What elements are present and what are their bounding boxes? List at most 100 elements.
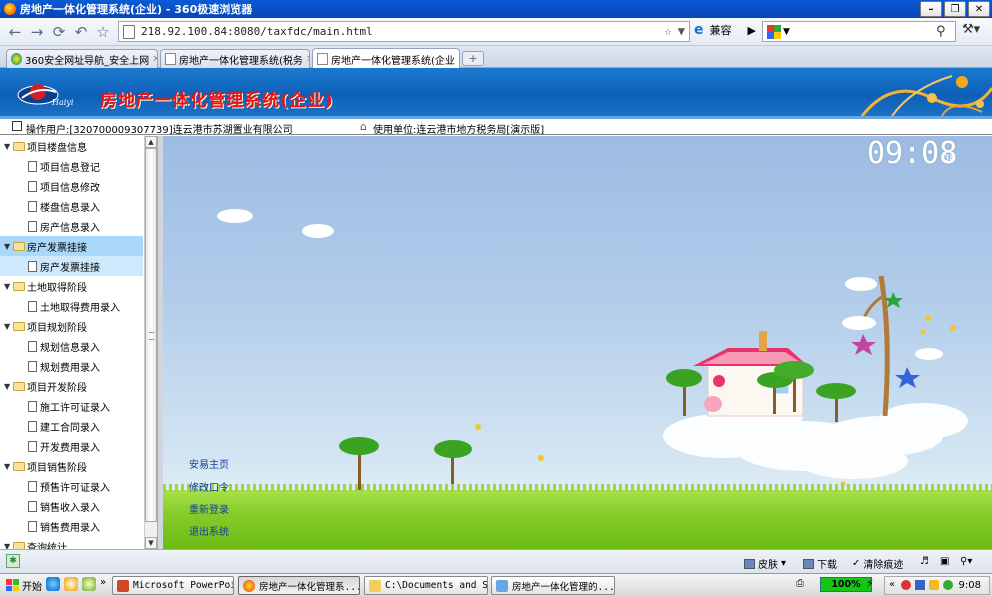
expand-arrow-icon[interactable]: ▼	[4, 282, 10, 291]
tree-item[interactable]: 房产信息录入	[0, 216, 143, 236]
tab-bar: 360安全网址导航_安全上网 ✕ 房地产一体化管理系统(税务 ✕ 房地产一体化管…	[0, 46, 992, 69]
tree-item[interactable]: 销售收入录入	[0, 496, 143, 516]
download-button[interactable]: 下载	[803, 556, 837, 571]
security-icon[interactable]	[929, 580, 939, 590]
use-unit: 使用单位:连云港市地方税务局[演示版]	[373, 125, 545, 136]
volume-icon[interactable]: ♬	[920, 556, 929, 567]
tree-item[interactable]: 销售费用录入	[0, 516, 143, 536]
tree-item-label: 楼盘信息录入	[40, 202, 100, 214]
zoom-icon[interactable]: ⚲▾	[960, 556, 972, 567]
navigation-bar: ← → ⟳ ↶ ☆ 218.92.100.84:8080/taxfdc/main…	[0, 18, 992, 46]
refresh-icon[interactable]: ⟳	[48, 21, 70, 43]
document-icon	[28, 220, 37, 232]
tree-group[interactable]: ▼ 项目开发阶段	[0, 376, 143, 396]
forward-icon[interactable]: →	[26, 21, 48, 43]
plug-icon: ⚡	[866, 577, 874, 590]
link-change-password[interactable]: 修改口令	[189, 479, 229, 494]
link-logout[interactable]: 退出系统	[189, 523, 229, 538]
new-tab-button[interactable]: +	[462, 51, 484, 66]
tree-group[interactable]: ▼ 土地取得阶段	[0, 276, 143, 296]
expand-arrow-icon[interactable]: ▼	[4, 542, 10, 550]
scroll-down-icon[interactable]: ▼	[145, 537, 157, 549]
task-powerpoint[interactable]: Microsoft PowerPoin...	[112, 576, 234, 595]
tree-item[interactable]: 预售许可证录入	[0, 476, 143, 496]
tree-item[interactable]: 规划费用录入	[0, 356, 143, 376]
restore-button[interactable]: ❐	[944, 1, 966, 17]
favorite-star-icon[interactable]: ☆	[92, 21, 114, 43]
tab-close-icon[interactable]: ✕	[149, 54, 157, 65]
tray-app-icon[interactable]	[901, 580, 911, 590]
clock-seconds: 38	[943, 153, 956, 164]
skin-button[interactable]: 皮肤 ▾	[744, 556, 786, 571]
sidebar-scrollbar[interactable]: ▲ ▼	[144, 136, 157, 549]
shield-icon[interactable]: ✱	[6, 554, 20, 568]
shield-tray-icon[interactable]	[943, 580, 953, 590]
task-browser[interactable]: 房地产一体化管理系...	[238, 576, 360, 595]
expand-arrow-icon[interactable]: ▼	[4, 142, 10, 151]
expand-arrow-icon[interactable]: ▼	[4, 242, 10, 251]
task-image-viewer[interactable]: 房地产一体化管理的...	[491, 576, 615, 595]
tab-close-icon[interactable]: ✕	[455, 54, 459, 65]
screenshot-icon[interactable]: ▣	[940, 556, 949, 567]
address-bar[interactable]: 218.92.100.84:8080/taxfdc/main.html ☆ ▼	[118, 21, 690, 42]
compat-mode-button[interactable]: 兼容	[710, 22, 732, 38]
tree-item[interactable]: 楼盘信息录入	[0, 196, 143, 216]
network-icon[interactable]	[915, 580, 925, 590]
scroll-thumb[interactable]	[145, 148, 157, 522]
link-home[interactable]: 安易主页	[189, 456, 229, 471]
tray-expand-icon[interactable]: «	[889, 579, 895, 590]
tree-group[interactable]: ▼ 项目楼盘信息	[0, 136, 143, 156]
tree-group[interactable]: ▼ 房产发票挂接	[0, 236, 143, 256]
search-icon[interactable]: ⚲	[936, 24, 946, 39]
tree-item-label: 施工许可证录入	[40, 402, 110, 414]
tree-group[interactable]: ▼ 查询统计	[0, 536, 143, 549]
minimize-button[interactable]: –	[920, 1, 942, 17]
clear-traces-button[interactable]: ✓ 清除痕迹	[852, 556, 903, 571]
tree-item[interactable]: 项目信息登记	[0, 156, 143, 176]
back-icon[interactable]: ←	[4, 21, 26, 43]
tab-label: 房地产一体化管理系统(税务	[179, 55, 303, 67]
tab-tax-system[interactable]: 房地产一体化管理系统(税务 ✕	[160, 49, 310, 68]
document-icon	[28, 360, 37, 372]
search-input[interactable]: ▼	[762, 21, 956, 42]
tree-group[interactable]: ▼ 项目销售阶段	[0, 456, 143, 476]
user-icon	[12, 121, 22, 131]
folder-icon	[13, 381, 25, 391]
tree-item[interactable]: 土地取得费用录入	[0, 296, 143, 316]
scroll-up-icon[interactable]: ▲	[145, 136, 157, 148]
expand-arrow-icon[interactable]: ▼	[4, 462, 10, 471]
more-chevron-icon[interactable]: »	[100, 577, 106, 588]
search-engine-icon[interactable]	[767, 24, 781, 39]
tree-item[interactable]: 施工许可证录入	[0, 396, 143, 416]
bookmark-star-icon[interactable]: ☆	[665, 24, 672, 38]
broom-icon: ✓	[852, 558, 861, 569]
start-button[interactable]: 开始	[2, 576, 46, 594]
tree-item[interactable]: 规划信息录入	[0, 336, 143, 356]
tree-item-label: 土地取得费用录入	[40, 302, 120, 314]
tab-360-nav[interactable]: 360安全网址导航_安全上网 ✕	[6, 49, 158, 68]
tree-item[interactable]: 房产发票挂接	[0, 256, 143, 276]
tools-wrench-icon[interactable]: ⚒▾	[962, 22, 980, 37]
start-label: 开始	[22, 581, 42, 593]
tab-enterprise-system[interactable]: 房地产一体化管理系统(企业 ✕	[312, 48, 460, 69]
tree-item-label: 开发费用录入	[40, 442, 100, 454]
browser-title-bar: 房地产一体化管理系统(企业) - 360极速浏览器 – ❐ ✕	[0, 0, 992, 18]
printer-icon[interactable]: ⎙	[796, 578, 804, 589]
tree-group[interactable]: ▼ 项目规划阶段	[0, 316, 143, 336]
tree-item[interactable]: 开发费用录入	[0, 436, 143, 456]
ie-quicklaunch-icon[interactable]	[46, 577, 60, 591]
task-explorer[interactable]: C:\Documents and Se...	[364, 576, 488, 595]
expand-arrow-icon[interactable]: ▼	[4, 382, 10, 391]
link-relogin[interactable]: 重新登录	[189, 501, 229, 516]
close-button[interactable]: ✕	[968, 1, 990, 17]
tree-item[interactable]: 项目信息修改	[0, 176, 143, 196]
expand-arrow-icon[interactable]: ▼	[4, 322, 10, 331]
play-icon[interactable]: ▶	[748, 24, 756, 37]
media-quicklaunch-icon[interactable]	[64, 577, 78, 591]
dropdown-icon[interactable]: ▼	[678, 24, 685, 38]
info-bar: 操作用户:[320700009307739]连云港市苏湖置业有限公司 ⌂ 使用单…	[0, 119, 992, 136]
undo-icon[interactable]: ↶	[70, 21, 92, 43]
tab-close-icon[interactable]: ✕	[303, 54, 309, 65]
app-quicklaunch-icon[interactable]	[82, 577, 96, 591]
tree-item[interactable]: 建工合同录入	[0, 416, 143, 436]
